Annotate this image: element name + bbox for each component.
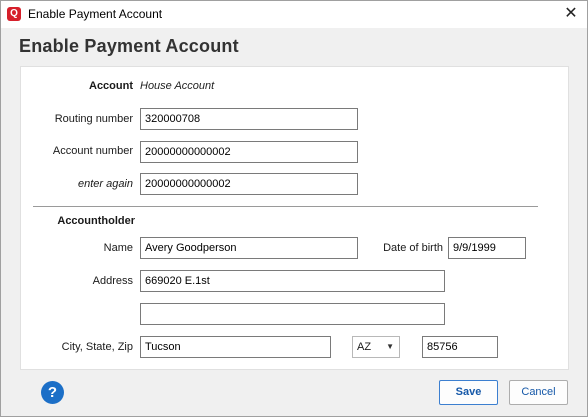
date-of-birth-field[interactable]: 9/9/1999 — [448, 237, 526, 259]
name-field[interactable]: Avery Goodperson — [140, 237, 358, 259]
close-button[interactable]: ✕ — [555, 1, 587, 28]
state-select[interactable]: AZ ▼ — [352, 336, 400, 358]
city-state-zip-label: City, State, Zip — [61, 341, 133, 353]
window-title: Enable Payment Account — [28, 7, 163, 21]
address-line1-field[interactable]: 669020 E.1st — [140, 270, 445, 292]
address-line2-field[interactable] — [140, 303, 445, 325]
save-button[interactable]: Save — [439, 380, 498, 405]
account-value: House Account — [140, 80, 215, 92]
account-number-confirm-field[interactable]: 20000000000002 — [140, 173, 358, 195]
city-field[interactable]: Tucson — [140, 336, 331, 358]
close-icon: ✕ — [564, 5, 578, 22]
address-label: Address — [92, 275, 133, 287]
page-title: Enable Payment Account — [19, 36, 239, 56]
account-number-label: Account number — [52, 145, 133, 157]
help-icon[interactable]: ? — [41, 381, 64, 404]
accountholder-heading: Accountholder — [57, 215, 135, 227]
zip-field[interactable]: 85756 — [422, 336, 498, 358]
name-label: Name — [103, 242, 133, 254]
date-of-birth-label: Date of birth — [383, 242, 443, 254]
section-divider — [33, 206, 538, 207]
title-bar: Q Enable Payment Account ✕ — [1, 1, 587, 28]
account-number-field[interactable]: 20000000000002 — [140, 141, 358, 163]
account-label: Account — [89, 80, 133, 92]
routing-number-label: Routing number — [54, 113, 133, 125]
chevron-down-icon: ▼ — [386, 342, 394, 351]
routing-number-field[interactable]: 320000708 — [140, 108, 358, 130]
enter-again-label: enter again — [77, 178, 133, 190]
cancel-button[interactable]: Cancel — [509, 380, 568, 405]
quicken-logo-icon: Q — [7, 7, 21, 21]
dialog-window: Q Enable Payment Account ✕ Enable Paymen… — [0, 0, 588, 417]
state-value: AZ — [357, 341, 372, 353]
